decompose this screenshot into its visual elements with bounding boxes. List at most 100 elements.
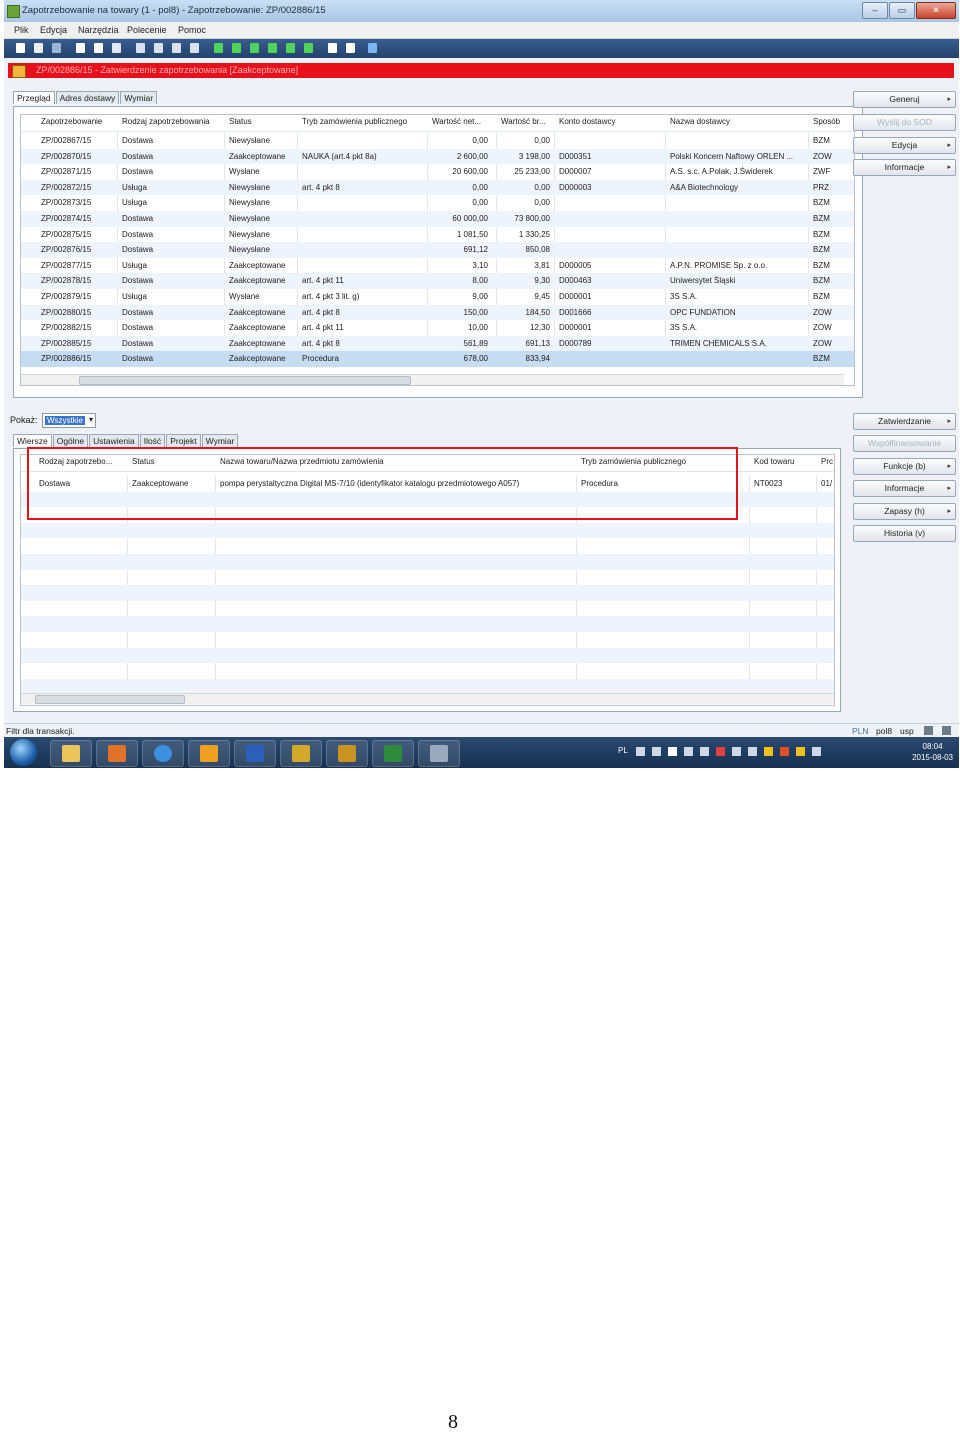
minimize-button[interactable]: – (862, 2, 888, 19)
table-row[interactable]: ZP/002871/15 Dostawa Wysłane 20 600,00 25 23… (21, 164, 854, 180)
scrollbar-thumb[interactable] (35, 695, 185, 704)
column-header[interactable]: Wartość br... (501, 117, 546, 126)
tab-ogolne[interactable]: Ogólne (52, 434, 89, 447)
column-header[interactable]: Prc (821, 457, 833, 466)
column-header[interactable]: Konto dostawcy (559, 117, 615, 126)
menu-tools[interactable]: Narzędzia (78, 25, 119, 35)
language-indicator[interactable]: PL (618, 746, 628, 755)
table-row[interactable] (21, 538, 834, 554)
tray-keyboard-icon[interactable] (636, 747, 645, 756)
action-button[interactable]: Informacje ▸ (853, 159, 956, 176)
tray-shield-icon[interactable] (796, 747, 805, 756)
table-row[interactable]: ZP/002876/15 Dostawa Niewysłane 691,12 850,0… (21, 242, 854, 258)
dynamics-taskbar-icon[interactable] (280, 740, 322, 767)
action-button[interactable]: Edycja ▸ (853, 137, 956, 154)
table-row[interactable]: ZP/002882/15 Dostawa Zaakceptowane art. 4 p… (21, 320, 854, 336)
menu-help[interactable]: Pomoc (178, 25, 206, 35)
action-button[interactable]: Informacje ▸ (853, 480, 956, 497)
tray-flag-icon[interactable] (652, 747, 661, 756)
media-player-taskbar-icon[interactable] (96, 740, 138, 767)
action-button[interactable]: Historia (v) (853, 525, 956, 542)
tool-taskbar-icon[interactable] (418, 740, 460, 767)
new-icon[interactable] (16, 43, 25, 53)
internet-explorer-taskbar-icon[interactable] (142, 740, 184, 767)
previous-record-icon[interactable] (250, 43, 259, 53)
menu-command[interactable]: Polecenie (127, 25, 167, 35)
table-row[interactable]: ZP/002870/15 Dostawa Zaakceptowane NAUKA (a… (21, 148, 854, 165)
maximize-button[interactable]: ▭ (889, 2, 915, 19)
column-header[interactable]: Status (229, 117, 252, 126)
next-page-icon[interactable] (286, 43, 295, 53)
table-row[interactable]: ZP/002875/15 Dostawa Niewysłane 1 081,50 1 3… (21, 227, 854, 243)
column-header[interactable]: Tryb zamówienia publicznego (302, 117, 407, 126)
table-row[interactable]: ZP/002874/15 Dostawa Niewysłane 60 000,00 73… (21, 211, 854, 227)
menu-edit[interactable]: Edycja (40, 25, 67, 35)
table-row[interactable] (21, 554, 834, 570)
table-row[interactable]: ZP/002872/15 Usługa Niewysłane art. 4 pkt 8… (21, 179, 854, 196)
table-row[interactable] (21, 570, 834, 586)
tray-v-icon[interactable] (668, 747, 677, 756)
table-row[interactable] (21, 522, 834, 539)
column-header[interactable]: Nazwa dostawcy (670, 117, 730, 126)
action-button[interactable]: Współfinansowanie (853, 435, 956, 452)
tab-ustawienia[interactable]: Ustawienia (89, 434, 139, 447)
filter-by-selection-icon[interactable] (154, 43, 163, 53)
column-header[interactable]: Wartość net... (432, 117, 481, 126)
table-row[interactable] (21, 601, 834, 617)
table-row[interactable] (21, 585, 834, 601)
word-taskbar-icon[interactable] (234, 740, 276, 767)
tray-antivirus-icon[interactable] (780, 747, 789, 756)
status-user[interactable]: usp (900, 726, 914, 736)
table-row[interactable] (21, 632, 834, 648)
action-button[interactable]: Funkcje (b) ▸ (853, 458, 956, 475)
table-row[interactable]: ZP/002880/15 Dostawa Zaakceptowane art. 4 p… (21, 304, 854, 321)
excel-taskbar-icon[interactable] (372, 740, 414, 767)
refresh-icon[interactable] (112, 43, 121, 53)
tab-przeglad[interactable]: Przegląd (13, 91, 55, 104)
menu-file[interactable]: Plik (14, 25, 29, 35)
table-row[interactable]: ZP/002878/15 Dostawa Zaakceptowane art. 4 p… (21, 273, 854, 289)
tray-device-icon[interactable] (748, 747, 757, 756)
table-row[interactable]: ZP/002867/15 Dostawa Niewysłane 0,00 0,00 BZM (21, 133, 854, 149)
start-button-icon[interactable] (10, 739, 37, 766)
column-header[interactable]: Zapotrzebowanie (41, 117, 102, 126)
arrow-icon[interactable] (52, 43, 61, 53)
previous-page-icon[interactable] (232, 43, 241, 53)
dynamics-second-taskbar-icon[interactable] (326, 740, 368, 767)
close-button[interactable]: ✕ (916, 2, 956, 19)
tab-adres-dostawy[interactable]: Adres dostawy (55, 91, 120, 104)
action-button[interactable]: Wyślij do SOD (853, 114, 956, 131)
table-row[interactable]: ZP/002886/15 Dostawa Zaakceptowane Procedur… (21, 351, 854, 367)
table-row[interactable]: ZP/002873/15 Usługa Niewysłane 0,00 0,00 BZM (21, 195, 854, 211)
advanced-filter-icon[interactable] (172, 43, 181, 53)
outlook-taskbar-icon[interactable] (188, 740, 230, 767)
status-company[interactable]: pol8 (876, 726, 892, 736)
help-icon[interactable] (368, 43, 377, 53)
table-row[interactable] (21, 616, 834, 632)
table-row[interactable]: ZP/002879/15 Usługa Wysłane art. 4 pkt 3 li… (21, 289, 854, 305)
last-record-icon[interactable] (304, 43, 313, 53)
action-button[interactable]: Zatwierdzanie ▸ (853, 413, 956, 430)
column-header[interactable]: Sposób (813, 117, 840, 126)
scrollbar-thumb[interactable] (79, 376, 411, 385)
tab-wymiar-lines[interactable]: Wymiar (201, 434, 239, 447)
explorer-taskbar-icon[interactable] (50, 740, 92, 767)
print-icon[interactable] (76, 43, 85, 53)
table-row[interactable]: ZP/002885/15 Dostawa Zaakceptowane art. 4 p… (21, 335, 854, 352)
tray-display-icon[interactable] (812, 747, 821, 756)
action-button[interactable]: Zapasy (h) ▸ (853, 503, 956, 520)
table-row[interactable]: ZP/002877/15 Usługa Zaakceptowane 3,10 3,81 D… (21, 258, 854, 274)
alert-icon[interactable] (346, 43, 355, 53)
horizontal-scrollbar[interactable] (21, 693, 834, 704)
tab-projekt[interactable]: Projekt (166, 434, 201, 447)
action-button[interactable]: Generuj ▸ (853, 91, 956, 108)
next-record-icon[interactable] (268, 43, 277, 53)
tray-clock[interactable]: 08:04 2015-08-03 (912, 741, 953, 763)
tray-volume-icon[interactable] (700, 747, 709, 756)
column-header[interactable]: Kod towaru (754, 457, 794, 466)
table-row[interactable] (21, 647, 834, 664)
save-icon[interactable] (34, 43, 43, 53)
filter-icon[interactable] (136, 43, 145, 53)
tab-wiersze[interactable]: Wiersze (13, 434, 52, 447)
tab-ilosc[interactable]: Ilość (139, 434, 166, 447)
